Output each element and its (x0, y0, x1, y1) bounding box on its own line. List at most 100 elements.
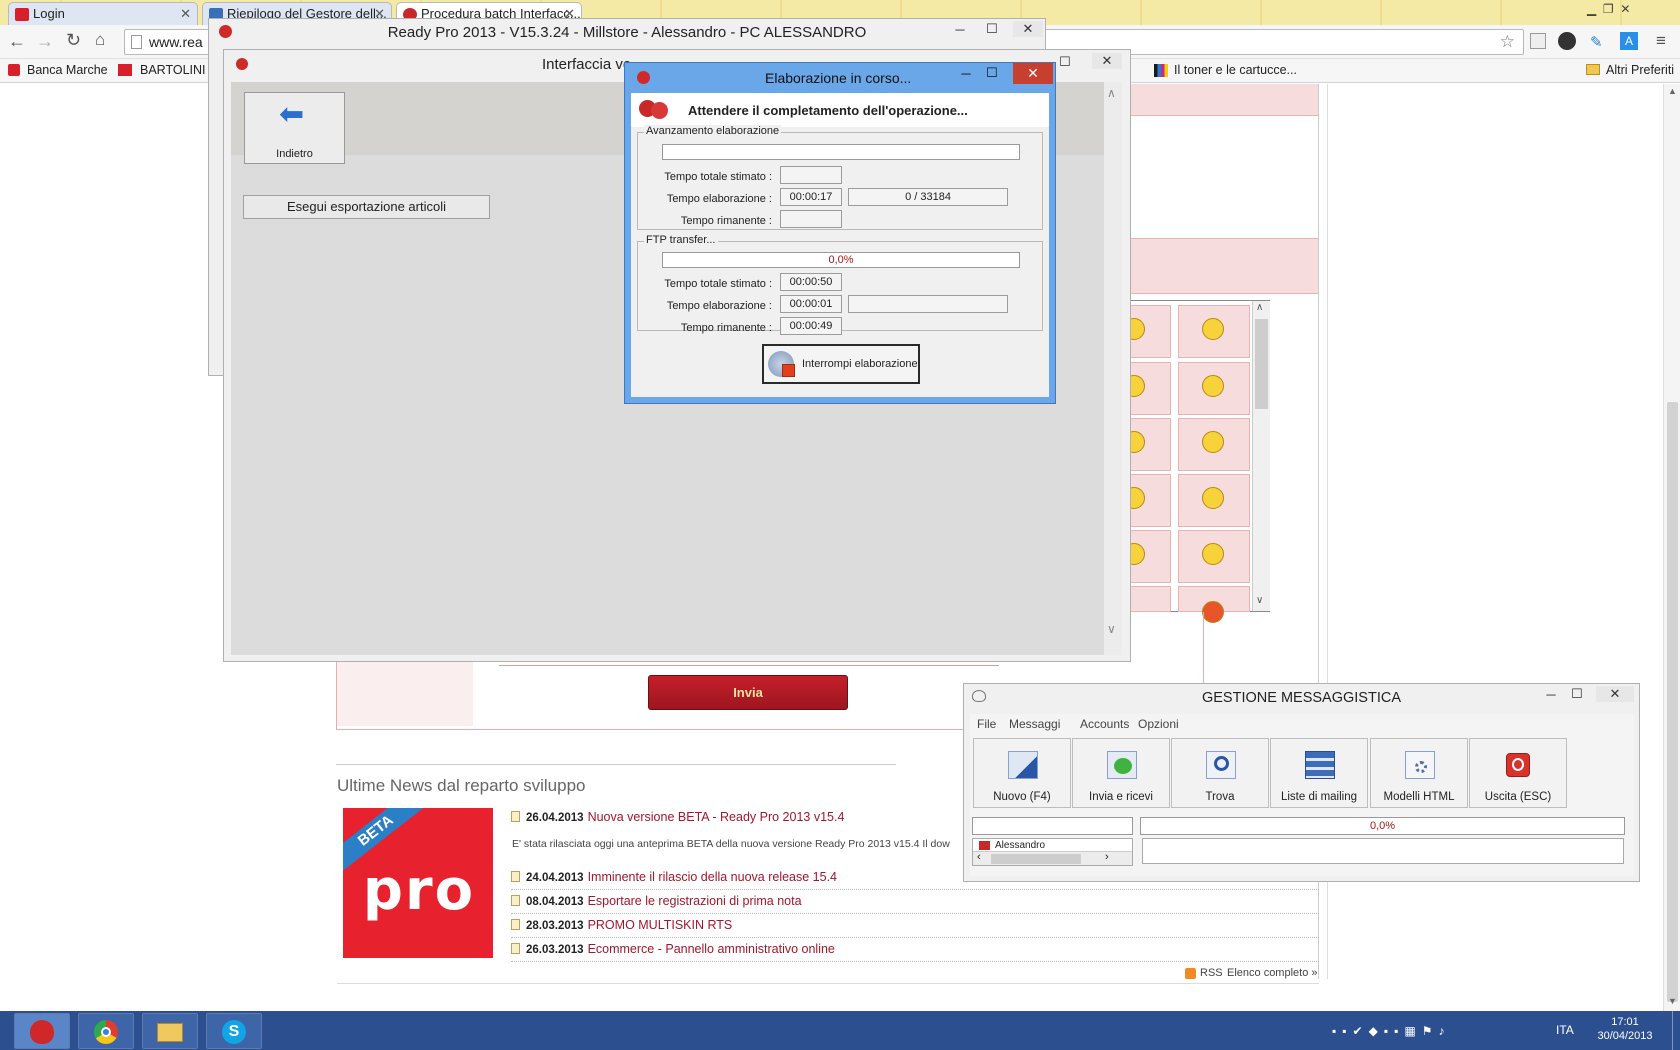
new-message-button[interactable]: Nuovo (F4) (973, 738, 1071, 808)
window-title: Ready Pro 2013 - V15.3.24 - Millstore - … (387, 24, 867, 41)
tray-icon[interactable]: ▪ (1394, 1024, 1404, 1038)
emoji-sad-icon[interactable] (1202, 431, 1224, 453)
maximize-icon[interactable]: ☐ (1566, 686, 1588, 702)
news-title[interactable]: Nuova versione BETA - Ready Pro 2013 v15… (588, 810, 845, 824)
tray-icon[interactable]: ◆ (1369, 1024, 1384, 1038)
scrollbar-thumb[interactable] (1255, 319, 1268, 409)
news-item[interactable]: 28.03.2013 PROMO MULTISKIN RTS (511, 918, 1319, 938)
horizontal-scrollbar[interactable]: ‹ › (973, 851, 1132, 865)
flag-icon[interactable]: ⚑ (1422, 1024, 1439, 1038)
page-pink-band-mid (1130, 238, 1318, 294)
send-receive-button[interactable]: Invia e ricevi (1072, 738, 1170, 808)
show-desktop-button[interactable] (1672, 1011, 1680, 1050)
scroll-up-icon[interactable]: ∧ (1256, 302, 1263, 313)
account-name[interactable]: Alessandro (995, 840, 1045, 851)
close-icon[interactable]: ✕ (1013, 21, 1043, 37)
tray-icon[interactable]: ▪ (1342, 1024, 1352, 1038)
scroll-right-icon[interactable]: › (1105, 851, 1109, 863)
restore-icon[interactable]: ❐ (1603, 2, 1614, 16)
export-articles-button[interactable]: Esegui esportazione articoli (243, 195, 490, 219)
scroll-down-icon[interactable]: ▼ (1668, 996, 1677, 1006)
taskbar-explorer[interactable] (142, 1013, 198, 1049)
close-icon[interactable]: ✕ (1620, 2, 1630, 16)
minimize-icon[interactable]: ─ (955, 66, 977, 81)
news-footer: RSS Elenco completo » (337, 964, 1319, 984)
exit-button[interactable]: Uscita (ESC) (1469, 738, 1567, 808)
stop-processing-button[interactable]: Interrompi elaborazione (762, 344, 920, 384)
back-button[interactable]: ⬅ Indietro (244, 92, 345, 164)
menu-icon[interactable]: ≡ (1656, 31, 1666, 51)
scroll-down-icon[interactable]: ∨ (1107, 622, 1116, 636)
bookmark-banca-marche[interactable]: Banca Marche (27, 63, 108, 77)
tray-icon[interactable]: ▪ (1384, 1024, 1394, 1038)
minimize-icon[interactable]: ▁ (1587, 2, 1596, 16)
scroll-down-icon[interactable]: ∨ (1256, 595, 1263, 606)
news-title[interactable]: Ecommerce - Pannello amministrativo onli… (588, 942, 835, 956)
translate-icon[interactable]: A (1620, 32, 1638, 50)
bookmark-bartolini[interactable]: BARTOLINI T (140, 63, 216, 77)
accounts-list[interactable]: Alessandro ‹ › (972, 838, 1133, 866)
forward-icon[interactable]: → (36, 31, 54, 52)
scroll-left-icon[interactable]: ‹ (977, 851, 981, 863)
rss-link[interactable]: RSS (1200, 967, 1223, 979)
find-button[interactable]: Trova (1171, 738, 1269, 808)
minimize-icon[interactable]: ─ (949, 22, 971, 37)
extension-tools-icon[interactable]: ✎ (1590, 33, 1603, 51)
processing-progress-bar (662, 144, 1020, 160)
emoji-angry-icon[interactable] (1202, 601, 1224, 623)
emoji-grin-icon[interactable] (1202, 318, 1224, 340)
maximize-icon[interactable]: ☐ (981, 65, 1003, 81)
emoji-wink-icon[interactable] (1202, 375, 1224, 397)
page-scrollbar[interactable]: ▲ ▼ (1663, 84, 1680, 1011)
scroll-up-icon[interactable]: ∧ (1107, 86, 1116, 100)
taskbar-skype[interactable]: S (206, 1013, 262, 1049)
menu-opzioni[interactable]: Opzioni (1138, 717, 1179, 731)
pro-beta-image[interactable]: BETA pro (343, 808, 493, 958)
news-item[interactable]: 08.04.2013 Esportare le registrazioni di … (511, 894, 1319, 914)
volume-icon[interactable]: ♪ (1438, 1024, 1450, 1038)
tray-icon[interactable]: ✔ (1353, 1024, 1369, 1038)
tab-login[interactable]: Login ✕ (8, 2, 198, 26)
send-button[interactable]: Invia (648, 675, 848, 710)
reload-icon[interactable]: ↻ (66, 30, 81, 51)
bookmark-toner[interactable]: Il toner e le cartucce... (1174, 63, 1297, 77)
language-indicator[interactable]: ITA (1556, 1023, 1574, 1037)
scrollbar-thumb[interactable] (1667, 402, 1678, 1002)
scrollbar-thumb[interactable] (991, 854, 1081, 864)
taskbar-readypro[interactable] (14, 1013, 70, 1049)
tray-icon[interactable]: ▪ (1332, 1024, 1342, 1038)
close-icon[interactable]: ✕ (1596, 686, 1634, 702)
home-icon[interactable]: ⌂ (95, 30, 105, 50)
taskbar-chrome[interactable] (78, 1013, 134, 1049)
maximize-icon[interactable]: ☐ (1054, 54, 1076, 70)
extension-icon[interactable] (1530, 33, 1546, 49)
menu-messaggi[interactable]: Messaggi (1009, 717, 1060, 731)
bookmark-star-icon[interactable]: ☆ (1500, 32, 1515, 52)
back-icon[interactable]: ← (8, 31, 26, 52)
close-icon[interactable]: ✕ (1013, 63, 1053, 84)
emoji-scrollbar[interactable]: ∧ ∨ (1252, 301, 1270, 611)
network-icon[interactable]: ▦ (1404, 1024, 1421, 1038)
send-receive-icon (1107, 751, 1137, 779)
news-item[interactable]: 26.03.2013 Ecommerce - Pannello amministr… (511, 942, 1319, 962)
panel-scrollbar[interactable]: ∧ ∨ (1104, 82, 1122, 655)
html-templates-button[interactable]: Modelli HTML (1370, 738, 1468, 808)
news-title[interactable]: Esportare le registrazioni di prima nota (588, 894, 802, 908)
clock[interactable]: 17:01 30/04/2013 (1590, 1016, 1660, 1042)
emoji-surprised-icon[interactable] (1202, 487, 1224, 509)
menu-accounts[interactable]: Accounts (1080, 717, 1129, 731)
emoji-puzzled-icon[interactable] (1202, 543, 1224, 565)
extension-dev-icon[interactable] (1558, 32, 1576, 50)
news-title[interactable]: PROMO MULTISKIN RTS (588, 918, 733, 932)
close-icon[interactable]: ✕ (1092, 53, 1122, 69)
tab-close-icon[interactable]: ✕ (180, 6, 191, 22)
mailing-lists-button[interactable]: Liste di mailing (1270, 738, 1368, 808)
maximize-icon[interactable]: ☐ (981, 21, 1003, 37)
full-list-link[interactable]: Elenco completo » (1227, 967, 1318, 979)
remaining-time-field (780, 210, 842, 228)
news-title[interactable]: Imminente il rilascio della nuova releas… (588, 870, 837, 884)
menu-file[interactable]: File (977, 717, 996, 731)
minimize-icon[interactable]: ─ (1540, 687, 1562, 702)
scroll-up-icon[interactable]: ▲ (1668, 86, 1677, 96)
bookmark-altri-preferiti[interactable]: Altri Preferiti (1606, 63, 1674, 77)
